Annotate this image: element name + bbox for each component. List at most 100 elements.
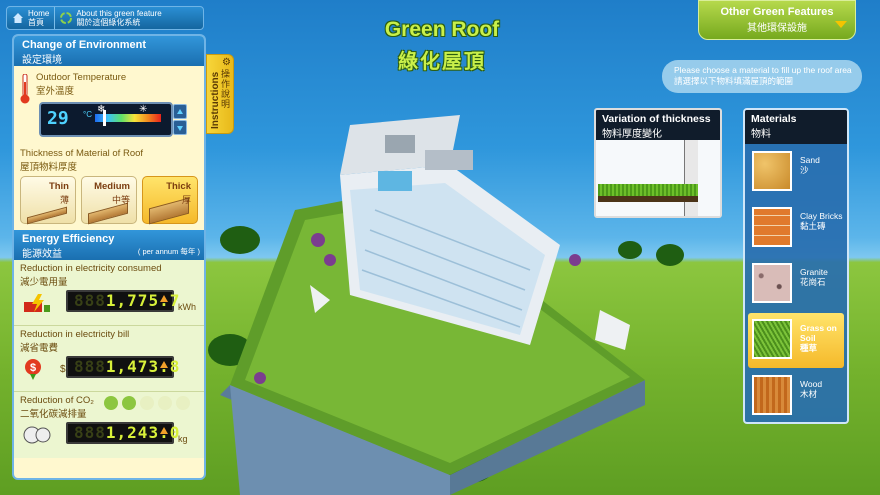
electricity-counter: 8881,775.7 [66, 290, 179, 312]
thickness-thin-label-zh: 薄 [59, 195, 69, 205]
environment-header: Change of Environment 設定環境 [14, 36, 204, 66]
instructions-label-zh: 操作說明 [221, 69, 231, 109]
co2-value: 1,243.0 [105, 423, 181, 442]
about-button[interactable]: About this green feature 關於這個綠化系統 [54, 7, 166, 29]
gear-icon: ⚙ [222, 57, 231, 68]
materials-title: Materials [751, 113, 797, 125]
material-grass-on-soil[interactable]: Grass on Soil 種草 [748, 313, 844, 368]
material-grass-label-zh: 種草 [800, 343, 818, 353]
variation-title-zh: 物料厚度變化 [602, 129, 662, 140]
material-granite-label: Granite [800, 267, 828, 277]
thickness-thick-label: Thick [166, 181, 191, 192]
co2-trees [104, 396, 190, 410]
material-sand[interactable]: Sand 沙 [748, 145, 844, 200]
home-label-en: Home [28, 9, 50, 18]
bill-label: Reduction in electricity bill [20, 329, 130, 340]
instructions-tab[interactable]: ⚙ 操作說明 Instructions [206, 54, 234, 134]
thickness-thin-button[interactable]: Thin 薄 [20, 176, 76, 225]
thickness-medium-label-zh: 中等 [111, 195, 130, 205]
recycle-icon [60, 12, 73, 24]
environment-title-zh: 設定環境 [22, 55, 62, 66]
about-label-zh: 關於這個綠化系統 [76, 18, 141, 27]
temperature-up-button[interactable] [173, 104, 187, 119]
svg-text:$: $ [30, 362, 36, 374]
material-wood-label: Wood [800, 379, 823, 389]
bill-section: Reduction in electricity bill 減省電費 $ 888… [14, 326, 204, 392]
thickness-medium-label: Medium [94, 181, 130, 192]
variation-title: Variation of thickness [602, 113, 711, 125]
instruction-zh: 請選擇以下物料填滿屋頂的範圍 [674, 76, 794, 86]
home-button[interactable]: Home 首頁 [7, 7, 54, 29]
thickness-thick-button[interactable]: Thick 厚 [142, 176, 198, 225]
electricity-label: Reduction in electricity consumed [20, 263, 162, 274]
home-label-zh: 首頁 [28, 18, 44, 27]
tree-icon [158, 396, 172, 410]
about-label-en: About this green feature [76, 9, 162, 18]
page-title: Green Roof [384, 18, 500, 41]
thickness-label: Thickness of Material of Roof [20, 148, 144, 159]
tree-icon [122, 396, 136, 410]
bricks-swatch [752, 207, 792, 247]
instruction-bubble: Please choose a material to fill up the … [662, 60, 862, 93]
grass-swatch [752, 319, 792, 359]
granite-swatch [752, 263, 792, 303]
page-title-zh: 綠化屋頂 [398, 51, 486, 73]
electricity-label-zh: 減少電用量 [20, 277, 68, 288]
soil-layer [598, 196, 698, 202]
temperature-label: Outdoor Temperature [36, 72, 127, 83]
bill-value: 1,473.8 [105, 357, 181, 376]
temperature-down-button[interactable] [173, 120, 187, 135]
arrow-up-icon [160, 361, 168, 368]
material-granite[interactable]: Granite 花崗石 [748, 257, 844, 312]
variation-panel: Variation of thickness 物料厚度變化 [594, 108, 722, 218]
tree-icon [140, 396, 154, 410]
thickness-thick-label-zh: 厚 [181, 195, 191, 205]
co2-section: Reduction of CO₂ 二氧化碳減排量 8881,243.0 kg [14, 392, 204, 458]
other-features-label-en: Other Green Features [720, 6, 834, 18]
environment-panel: Change of Environment 設定環境 Outdoor Tempe… [12, 34, 206, 480]
arrow-up-icon [160, 427, 168, 434]
tree-icon [104, 396, 118, 410]
per-annum-label: ( per annum 每年 ) [137, 247, 200, 256]
electricity-icon [24, 294, 50, 312]
arrow-up-icon [160, 295, 168, 302]
co2-icon [23, 426, 51, 444]
temperature-display: 29 °C ❄ ✳ [39, 102, 187, 137]
bill-counter: 8881,473.8 [66, 356, 179, 378]
energy-title: Energy Efficiency [22, 233, 115, 245]
bill-unit: $ [60, 364, 66, 375]
thickness-options: Thin 薄 Medium 中等 Thick 厚 [14, 174, 204, 226]
thickness-label-zh: 屋頂物料厚度 [20, 162, 78, 173]
temperature-label-zh: 室外溫度 [36, 86, 75, 97]
co2-counter: 8881,243.0 [66, 422, 179, 444]
tree-icon [176, 396, 190, 410]
dollar-icon: $ [25, 359, 41, 380]
temperature-unit: °C [83, 110, 92, 119]
co2-unit: kg [178, 434, 188, 444]
material-granite-label-zh: 花崗石 [800, 277, 826, 287]
other-features-label-zh: 其他環保設施 [747, 23, 807, 34]
instruction-en: Please choose a material to fill up the … [674, 65, 852, 75]
thickness-thin-label: Thin [48, 181, 69, 192]
bill-label-zh: 減省電費 [20, 343, 59, 354]
material-sand-label: Sand [800, 155, 820, 165]
wood-swatch [752, 375, 792, 415]
energy-header: Energy Efficiency 能源效益 ( per annum 每年 ) [14, 230, 204, 260]
thin-slab-icon [27, 206, 67, 225]
material-wood-label-zh: 木材 [800, 389, 818, 399]
materials-panel: Materials 物料 Sand 沙 Clay Bricks 黏土磚 Granit… [743, 108, 849, 424]
top-nav: Home 首頁 About this green feature 關於這個綠化系… [6, 6, 204, 30]
material-wood[interactable]: Wood 木材 [748, 369, 844, 422]
materials-title-zh: 物料 [751, 129, 771, 140]
material-clay-bricks-label-zh: 黏土磚 [800, 221, 826, 231]
environment-title: Change of Environment [22, 39, 147, 51]
material-clay-bricks[interactable]: Clay Bricks 黏土磚 [748, 201, 844, 256]
home-icon [12, 12, 24, 24]
other-features-button[interactable]: Other Green Features 其他環保設施 [698, 0, 856, 40]
thickness-medium-button[interactable]: Medium 中等 [81, 176, 137, 225]
electricity-unit: kWh [178, 302, 196, 312]
chevron-down-icon [835, 21, 847, 28]
temperature-indicator[interactable] [103, 110, 106, 126]
temperature-value: 29 [47, 108, 69, 129]
sand-swatch [752, 151, 792, 191]
